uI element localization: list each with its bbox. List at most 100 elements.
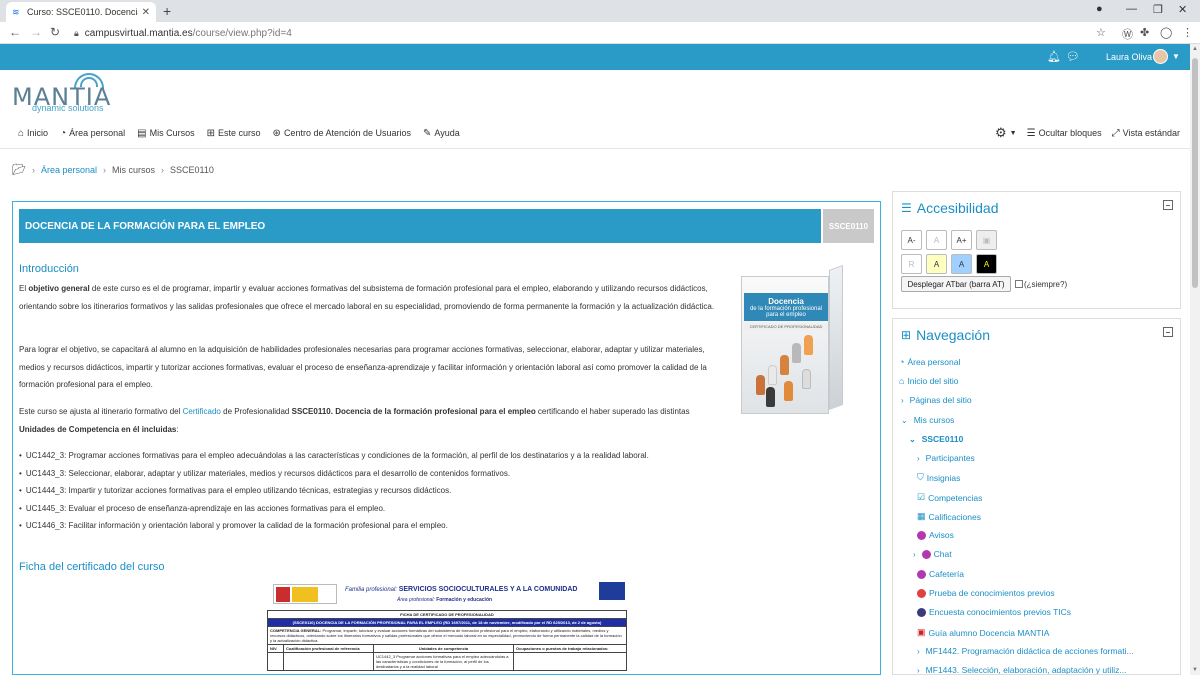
figure-shape [766, 387, 775, 407]
figure-shape [768, 365, 777, 385]
nav-tree-insignias[interactable]: ⛉ Insignias [917, 472, 960, 483]
dashboard-icon: ◔ [899, 357, 905, 367]
siempre-checkbox[interactable] [1015, 280, 1023, 288]
wordpress-extension-icon[interactable]: Ⓦ [1122, 26, 1133, 42]
nav-tree-mf1443[interactable]: › MF1443. Selección, elaboración, adaptac… [917, 665, 1126, 674]
nav-label: Ayuda [434, 128, 460, 138]
nav-tree-area-personal[interactable]: ◔ Área personal [899, 357, 960, 367]
close-window-icon[interactable]: ✕ [1178, 3, 1187, 16]
nav-tree-cafeteria[interactable]: Cafetería [917, 569, 964, 579]
cell [283, 652, 374, 671]
nav-tree-avisos[interactable]: Avisos [917, 530, 954, 540]
back-icon[interactable]: ← [9, 25, 21, 39]
new-tab-icon[interactable]: + [163, 3, 171, 19]
box-figures [752, 335, 822, 407]
nav-tree-prueba[interactable]: Prueba de conocimientos previos [917, 588, 1055, 598]
nav-item-ayuda[interactable]: ✎ Ayuda [423, 128, 460, 139]
chevron-down-icon: ▼ [1009, 129, 1017, 137]
extensions-puzzle-icon[interactable]: ✤ [1140, 26, 1149, 39]
scrollbar-thumb[interactable] [1192, 58, 1198, 288]
nav-item-inicio[interactable]: ⌂ Inicio [18, 128, 48, 139]
forward-icon[interactable]: → [30, 25, 42, 39]
certificado-link[interactable]: Certificado [183, 407, 221, 416]
nav-tree-guia[interactable]: ▣ Guía alumno Docencia MANTIA [917, 627, 1049, 638]
browser-menu-icon[interactable]: ● [1096, 3, 1103, 15]
checkbox-icon: ☑ [917, 492, 926, 502]
text-span: de Profesionalidad [220, 407, 292, 416]
nav-label: Este curso [218, 128, 261, 138]
col-ocupaciones: Ocupaciones o puestos de trabajo relacio… [513, 644, 627, 653]
lock-icon: 🔒︎ [74, 27, 79, 38]
url-field[interactable]: 🔒︎ campusvirtual.mantia.es/course/view.p… [68, 24, 1118, 42]
font-smaller-button[interactable]: A- [901, 230, 922, 250]
nav-tree-label: MF1442. Programación didáctica de accion… [925, 646, 1134, 656]
nav-tree-paginas-sitio[interactable]: › Páginas del sitio [901, 395, 972, 405]
nav-tree-course[interactable]: ⌄ SSCE0110 [909, 434, 963, 444]
nav-tree-inicio-sitio[interactable]: ⌂ Inicio del sitio [899, 376, 958, 386]
font-reset-button[interactable]: A [926, 230, 947, 250]
text-span: Programar, impartir, tutorizar y evaluar… [270, 628, 622, 643]
nav-item-centro-atencion[interactable]: ⊛ Centro de Atención de Usuarios [273, 128, 411, 139]
page-scrollbar[interactable]: ▲ ▼ [1190, 44, 1200, 675]
nav-tree-competencias[interactable]: ☑ Competencias [917, 492, 982, 503]
col-cualificacion: Cualificación profesional de referencia [283, 644, 374, 653]
color-blue-button[interactable]: A [951, 254, 972, 274]
more-menu-icon[interactable]: ⋮ [1182, 26, 1193, 39]
avatar[interactable] [1153, 49, 1168, 64]
breadcrumb-area-personal[interactable]: Área personal [41, 165, 97, 175]
color-yellow-button[interactable]: A [926, 254, 947, 274]
collapse-block-icon[interactable] [1163, 327, 1173, 337]
folder-open-icon[interactable]: 📂︎ [12, 163, 26, 176]
brand-tagline: dynamic solutions [32, 103, 104, 113]
minimize-icon[interactable]: — [1126, 3, 1137, 15]
profile-icon[interactable]: ◯ [1160, 26, 1172, 39]
nav-label: Centro de Atención de Usuarios [283, 128, 412, 138]
cert-title-row: (SSCE0110) DOCENCIA DE LA FORMACIÓN PROF… [267, 618, 627, 627]
nav-item-este-curso[interactable]: ⊞ Este curso [207, 128, 261, 139]
nav-item-area-personal[interactable]: ◔ Área personal [60, 128, 125, 139]
cert-ficha: FICHA DE CERTIFICADO DE PROFESIONALIDAD [267, 610, 627, 619]
site-top-bar: 🔔︎ 💬︎ Laura Oliva ▼ [0, 44, 1190, 70]
save-settings-icon[interactable]: ▣ [976, 230, 997, 250]
site-logo[interactable]: MANTIA dynamic solutions [12, 73, 212, 123]
collapse-block-icon[interactable] [1163, 200, 1173, 210]
notifications-bell-icon[interactable]: 🔔︎ [1047, 50, 1061, 63]
settings-menu[interactable]: ⚙ ▼ [995, 125, 1017, 141]
box-title-band: Docencia de la formación profesional para… [744, 293, 828, 321]
close-tab-icon[interactable]: ✕ [142, 7, 150, 18]
hide-blocks-label: Ocultar bloques [1038, 128, 1102, 138]
color-black-button[interactable]: A [976, 254, 997, 274]
nav-tree-encuesta[interactable]: Encuesta conocimientos previos TICs [917, 607, 1071, 617]
breadcrumb-mis-cursos[interactable]: Mis cursos [112, 165, 155, 175]
reload-icon[interactable]: ↻ [50, 25, 60, 39]
figure-shape [780, 355, 789, 375]
nav-tree-mis-cursos[interactable]: ⌄ Mis cursos [901, 415, 954, 425]
list-icon: ☰ [1026, 127, 1036, 139]
nav-tree-mf1442[interactable]: › MF1442. Programación didáctica de accio… [917, 646, 1134, 656]
scroll-down-icon[interactable]: ▼ [1192, 667, 1198, 673]
browser-tab[interactable]: ≋ Curso: SSCE0110. Docencia de la ✕ [6, 2, 156, 22]
atbar-button[interactable]: Desplegar ATbar (barra AT) [901, 276, 1011, 292]
maximize-icon[interactable]: ❐ [1153, 3, 1163, 16]
standard-view-button[interactable]: ⤢ Vista estándar [1112, 128, 1180, 139]
courses-icon: ▤ [137, 127, 147, 139]
bookmark-star-icon[interactable]: ☆ [1096, 26, 1106, 39]
certificate-image: Familia profesional: SERVICIOS SOCIOCULT… [267, 580, 627, 674]
breadcrumb-separator: › [31, 164, 35, 175]
nav-item-mis-cursos[interactable]: ▤ Mis Cursos [137, 128, 194, 139]
breadcrumb-separator: › [103, 164, 107, 175]
user-name[interactable]: Laura Oliva [1106, 52, 1152, 62]
cell [513, 652, 627, 671]
font-larger-button[interactable]: A+ [951, 230, 972, 250]
nav-tree-calificaciones[interactable]: ▦ Calificaciones [917, 511, 981, 522]
color-reset-button[interactable]: R [901, 254, 922, 274]
text-span: El [19, 284, 29, 293]
hide-blocks-button[interactable]: ☰ Ocultar bloques [1027, 128, 1102, 139]
nav-tree-label: Competencias [928, 492, 983, 503]
breadcrumb-course[interactable]: SSCE0110 [170, 165, 214, 175]
messages-icon[interactable]: 💬︎ [1066, 50, 1080, 63]
user-menu-caret-icon[interactable]: ▼ [1172, 52, 1180, 61]
scroll-up-icon[interactable]: ▲ [1192, 46, 1198, 52]
nav-tree-participantes[interactable]: › Participantes [917, 453, 975, 463]
nav-tree-chat[interactable]: › Chat [913, 549, 952, 559]
